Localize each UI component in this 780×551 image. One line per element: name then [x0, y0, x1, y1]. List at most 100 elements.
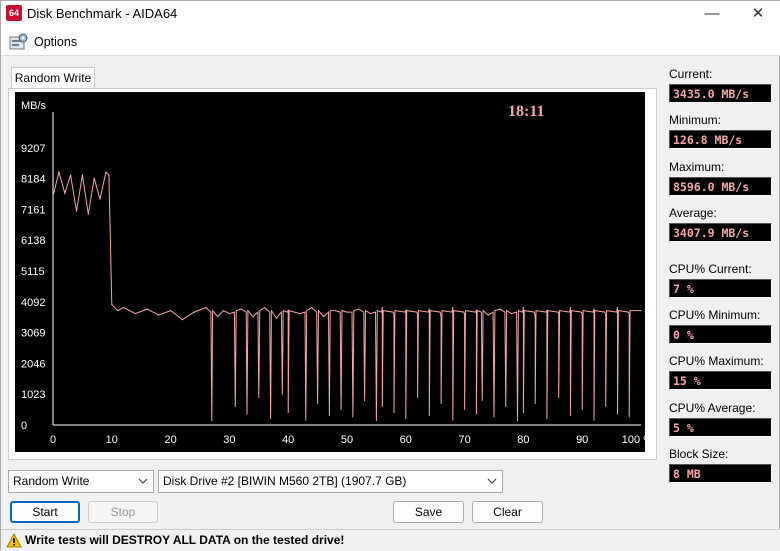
drive-select[interactable]: Disk Drive #2 [BIWIN M560 2TB] (1907.7 G… — [158, 470, 503, 493]
data-point — [475, 309, 477, 312]
x-tick-label: 20 — [164, 434, 176, 446]
menu-bar: Options — [1, 28, 780, 56]
data-point — [111, 303, 113, 306]
start-button[interactable]: Start — [10, 501, 80, 523]
data-point — [522, 306, 524, 309]
warning-message: Write tests will DESTROY ALL DATA on the… — [25, 533, 345, 547]
y-tick-label: 3069 — [21, 328, 45, 340]
drive-select-value: Disk Drive #2 [BIWIN M560 2TB] (1907.7 G… — [163, 474, 407, 488]
data-point — [52, 195, 54, 197]
data-point — [217, 316, 219, 318]
options-icon — [9, 33, 28, 50]
x-tick-label: 70 — [458, 434, 470, 446]
options-menu[interactable]: Options — [34, 35, 77, 49]
data-point — [228, 313, 230, 315]
data-point — [87, 213, 89, 215]
data-point — [381, 306, 383, 309]
minimum-label: Minimum: — [669, 113, 722, 127]
cpu-minimum-label: CPU% Minimum: — [669, 308, 761, 322]
data-point — [193, 311, 195, 313]
test-type-select[interactable]: Random Write — [8, 470, 154, 493]
data-point — [464, 313, 466, 315]
title-bar: 64 Disk Benchmark - AIDA64 — ✕ — [1, 1, 780, 28]
data-point — [322, 316, 325, 318]
chart-y-axis-label: MB/s — [21, 100, 47, 112]
maximum-value: 8596.0 MB/s — [669, 177, 772, 196]
data-point — [93, 177, 95, 179]
data-point — [311, 306, 313, 309]
y-tick-label: 6138 — [21, 235, 45, 247]
data-point — [428, 308, 430, 310]
y-tick-label: 7161 — [21, 204, 45, 216]
x-tick-label: 0 — [50, 434, 56, 446]
x-tick-label: 30 — [223, 434, 235, 446]
data-point — [146, 308, 148, 310]
disk-benchmark-window: 64 Disk Benchmark - AIDA64 — ✕ Options R… — [0, 0, 780, 551]
x-tick-label: 60 — [400, 434, 412, 446]
cpu-current-value: 7 % — [669, 279, 772, 298]
cpu-maximum-label: CPU% Maximum: — [669, 354, 764, 368]
data-point — [205, 306, 207, 309]
cpu-average-label: CPU% Average: — [669, 401, 756, 415]
tab-random-write[interactable]: Random Write — [11, 67, 95, 89]
cpu-maximum-value: 15 % — [669, 371, 772, 390]
data-point — [593, 308, 595, 310]
clear-button[interactable]: Clear — [472, 501, 543, 523]
x-tick-label: 40 — [282, 434, 294, 446]
cpu-minimum-value: 0 % — [669, 325, 772, 344]
y-tick-label: 9207 — [21, 143, 45, 155]
aida64-app-icon: 64 — [6, 5, 22, 21]
data-point — [511, 313, 513, 315]
chevron-down-icon — [138, 478, 148, 484]
data-point — [569, 306, 572, 309]
block-size-label: Block Size: — [669, 447, 729, 461]
data-point — [616, 306, 619, 309]
minimum-value: 126.8 MB/s — [669, 130, 772, 149]
chevron-down-icon — [487, 478, 497, 484]
data-point — [58, 171, 60, 173]
series-line-random-write — [52, 170, 641, 422]
maximize-button[interactable] — [691, 1, 737, 28]
y-tick-label: 0 — [21, 420, 27, 432]
data-point — [581, 313, 583, 315]
y-tick-label: 1023 — [21, 389, 45, 401]
y-tick-label: 4092 — [21, 297, 45, 309]
y-tick-label: 5115 — [21, 266, 45, 278]
x-tick-label: 50 — [341, 434, 353, 446]
current-label: Current: — [669, 67, 713, 81]
cpu-current-label: CPU% Current: — [669, 262, 752, 276]
benchmark-chart: MB/s 18:11 9207 8184 7161 6138 5115 4092 3069 2… — [15, 92, 645, 452]
x-tick-label: 90 — [576, 434, 588, 446]
data-point — [81, 174, 83, 176]
x-tick-label: 10 — [106, 434, 118, 446]
status-bar: Write tests will DESTROY ALL DATA on the… — [1, 529, 780, 551]
data-point — [122, 306, 125, 309]
data-point — [546, 309, 548, 312]
data-point — [134, 313, 136, 315]
data-point — [105, 171, 107, 173]
current-value: 3435.0 MB/s — [669, 84, 772, 103]
test-type-select-value: Random Write — [13, 474, 90, 488]
data-point — [358, 308, 360, 310]
data-point — [487, 314, 489, 316]
data-point — [158, 314, 160, 316]
data-point — [334, 309, 336, 312]
window-title: Disk Benchmark - AIDA64 — [27, 6, 178, 21]
data-point — [558, 311, 560, 313]
data-point — [499, 308, 501, 310]
data-point — [222, 309, 225, 312]
data-point — [240, 308, 242, 310]
data-point — [75, 210, 78, 212]
data-point — [70, 174, 72, 176]
save-button[interactable]: Save — [393, 501, 464, 523]
data-point — [405, 309, 407, 312]
data-point — [264, 306, 266, 309]
stop-button[interactable]: Stop — [88, 501, 158, 523]
data-point — [181, 319, 183, 321]
y-tick-label: 8184 — [21, 174, 45, 186]
data-point — [534, 316, 536, 318]
cpu-average-value: 5 % — [669, 418, 772, 437]
close-button[interactable]: ✕ — [735, 1, 780, 28]
warning-icon — [6, 533, 22, 548]
maximum-label: Maximum: — [669, 160, 725, 174]
